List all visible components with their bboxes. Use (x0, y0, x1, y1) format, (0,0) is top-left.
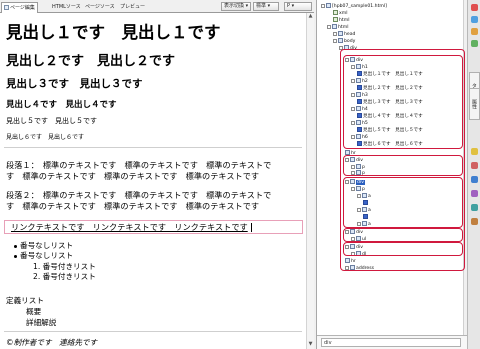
display-switch-button[interactable]: 表示切換 ▾ (221, 2, 252, 11)
definition-description[interactable]: 詳細解説 (26, 317, 56, 328)
collapse-icon (333, 38, 337, 43)
tree-node-html-doctype[interactable]: html (333, 17, 349, 24)
unordered-list-item[interactable]: 番号なしリスト (20, 241, 73, 251)
tree-node-xml[interactable]: xml (333, 10, 347, 17)
collapse-icon (321, 3, 325, 8)
tree-node-html[interactable]: html (327, 24, 348, 31)
highlight-headings-frame (343, 55, 463, 149)
dock-tool-icon[interactable] (471, 16, 478, 23)
heading-4[interactable]: 見出し４です 見出し４です (6, 98, 117, 110)
text-cursor (251, 223, 252, 232)
document-icon (326, 3, 331, 8)
dock-tool-icon[interactable] (471, 40, 478, 47)
heading-5[interactable]: 見出し５です 見出し５です (6, 116, 97, 126)
dock-tool-icon[interactable] (471, 190, 478, 197)
dock-tool-icon[interactable] (471, 148, 478, 155)
tab-html-source[interactable]: HTMLソース (50, 2, 83, 13)
ordered-list-item[interactable]: 2. 番号付きリスト (33, 272, 96, 282)
dock-tool-icon[interactable] (471, 28, 478, 35)
tag-icon (338, 31, 343, 36)
collapse-icon (327, 24, 331, 29)
expand-icon (333, 31, 337, 36)
editor-scrollbar[interactable]: ▲ ▼ (306, 13, 314, 349)
tree-status-bar: div (317, 335, 467, 349)
paragraph-1-line-2[interactable]: す 標準のテキストです 標準のテキストです 標準のテキストです (6, 171, 259, 182)
highlight-link-frame (343, 177, 463, 228)
highlight-paragraphs-frame (343, 155, 463, 176)
address[interactable]: ©制作者です 連絡先です (6, 337, 97, 348)
tree-node-body[interactable]: body (333, 38, 355, 45)
highlight-list-frame (343, 228, 463, 242)
dock-tool-icon[interactable] (471, 162, 478, 169)
tab-preview[interactable]: プレビュー (118, 2, 147, 13)
paragraph-2-line-1[interactable]: 段落２： 標準のテキストです 標準のテキストです 標準のテキストで (6, 190, 271, 201)
selected-link-paragraph[interactable]: リンクテキストです リンクテキストです リンクテキストです (4, 220, 303, 234)
unordered-list-item[interactable]: 番号なしリスト (20, 251, 73, 261)
scroll-up-icon[interactable]: ▲ (307, 13, 314, 20)
heading-1[interactable]: 見出し１です 見出し１です (6, 19, 221, 43)
dock-tool-icon[interactable] (471, 4, 478, 11)
tab-page-source[interactable]: ページソース (83, 2, 117, 13)
heading-3[interactable]: 見出し３です 見出し３です (6, 76, 143, 91)
dock-tool-icon[interactable] (471, 204, 478, 211)
doctype-icon (333, 17, 338, 22)
heading-6[interactable]: 見出し６です 見出し６です (6, 132, 84, 141)
dock-tool-icon[interactable] (471, 176, 478, 183)
editor-tab-bar: ページ編集 HTMLソース ページソース プレビュー 表示切換 ▾ 標準 ▾ P… (0, 0, 314, 13)
tab-page-edit[interactable]: ページ編集 (1, 2, 38, 13)
link-text[interactable]: リンクテキストです リンクテキストです リンクテキストです (11, 222, 248, 233)
style-select[interactable]: P ▾ (284, 2, 312, 11)
bullet-icon (14, 245, 17, 248)
paragraph-1-line-1[interactable]: 段落１： 標準のテキストです 標準のテキストです 標準のテキストで (6, 160, 271, 171)
horizontal-rule (4, 331, 302, 332)
dock-tool-icon[interactable] (471, 218, 478, 225)
definition-term[interactable]: 定義リスト (6, 295, 44, 306)
page-edit-icon (4, 5, 9, 10)
tree-node-root[interactable]: [hpb07_sample01.html] (321, 3, 387, 10)
tag-icon (332, 24, 337, 29)
paragraph-2-line-2[interactable]: す 標準のテキストです 標準のテキストです 標準のテキストです (6, 201, 259, 212)
page-edit-canvas[interactable]: 見出し１です 見出し１です 見出し２です 見出し２です 見出し３です 見出し３で… (0, 13, 306, 349)
side-dock: タグ 属性 (467, 0, 480, 349)
definition-description[interactable]: 概要 (26, 306, 41, 317)
dock-tab-attribute[interactable]: 属性 (469, 88, 480, 120)
mode-select[interactable]: 標準 ▾ (253, 2, 279, 11)
heading-2[interactable]: 見出し２です 見出し２です (6, 50, 175, 69)
tag-icon (338, 38, 343, 43)
scroll-down-icon[interactable]: ▼ (307, 341, 314, 348)
bullet-icon (14, 255, 17, 258)
ordered-list-item[interactable]: 1. 番号付きリスト (33, 262, 96, 272)
highlight-definition-frame (343, 242, 463, 256)
element-path-field[interactable]: div (321, 338, 461, 347)
xml-icon (333, 10, 338, 15)
tree-node-head[interactable]: head (333, 31, 355, 38)
horizontal-rule (4, 147, 302, 148)
hpb-editor-window: ページ編集 HTMLソース ページソース プレビュー 表示切換 ▾ 標準 ▾ P… (0, 0, 480, 349)
